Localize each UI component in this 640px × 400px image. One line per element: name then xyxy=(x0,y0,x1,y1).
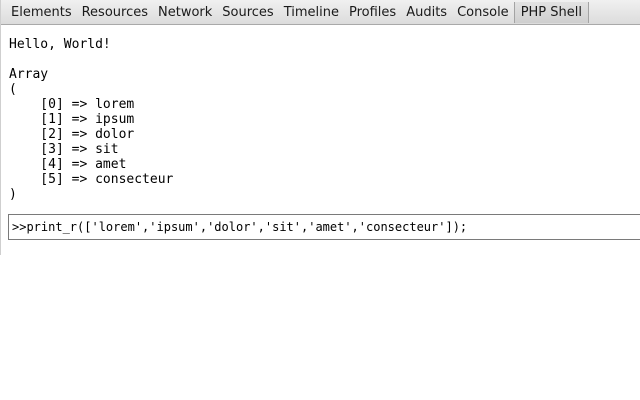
devtools-panel: Elements Resources Network Sources Timel… xyxy=(0,0,640,255)
tab-resources[interactable]: Resources xyxy=(77,0,153,24)
shell-command-input[interactable] xyxy=(26,220,627,234)
tab-sources[interactable]: Sources xyxy=(217,0,278,24)
page-content-area xyxy=(0,255,640,400)
tab-elements[interactable]: Elements xyxy=(1,0,77,24)
output-line: Array xyxy=(9,67,49,82)
shell-prompt[interactable]: >> xyxy=(8,214,640,240)
output-line: [2] => dolor xyxy=(9,127,135,142)
output-line: Hello, World! xyxy=(9,37,111,52)
output-line: [0] => lorem xyxy=(9,97,135,112)
output-line: [1] => ipsum xyxy=(9,112,135,127)
tab-audits[interactable]: Audits xyxy=(401,0,452,24)
tab-console[interactable]: Console xyxy=(452,0,514,24)
shell-output: Hello, World! Array( [0] => lorem [1] => … xyxy=(9,37,173,202)
output-line: [5] => consecteur xyxy=(9,172,174,187)
output-line: ( xyxy=(9,82,17,97)
prompt-symbol: >> xyxy=(12,220,27,234)
tab-php-shell[interactable]: PHP Shell xyxy=(513,2,589,23)
output-line: ) xyxy=(9,187,17,202)
tab-profiles[interactable]: Profiles xyxy=(344,0,401,24)
output-line: [4] => amet xyxy=(9,157,127,172)
tab-network[interactable]: Network xyxy=(153,0,217,24)
devtools-tab-bar: Elements Resources Network Sources Timel… xyxy=(1,0,640,25)
tab-timeline[interactable]: Timeline xyxy=(279,0,344,24)
output-line: [3] => sit xyxy=(9,142,119,157)
